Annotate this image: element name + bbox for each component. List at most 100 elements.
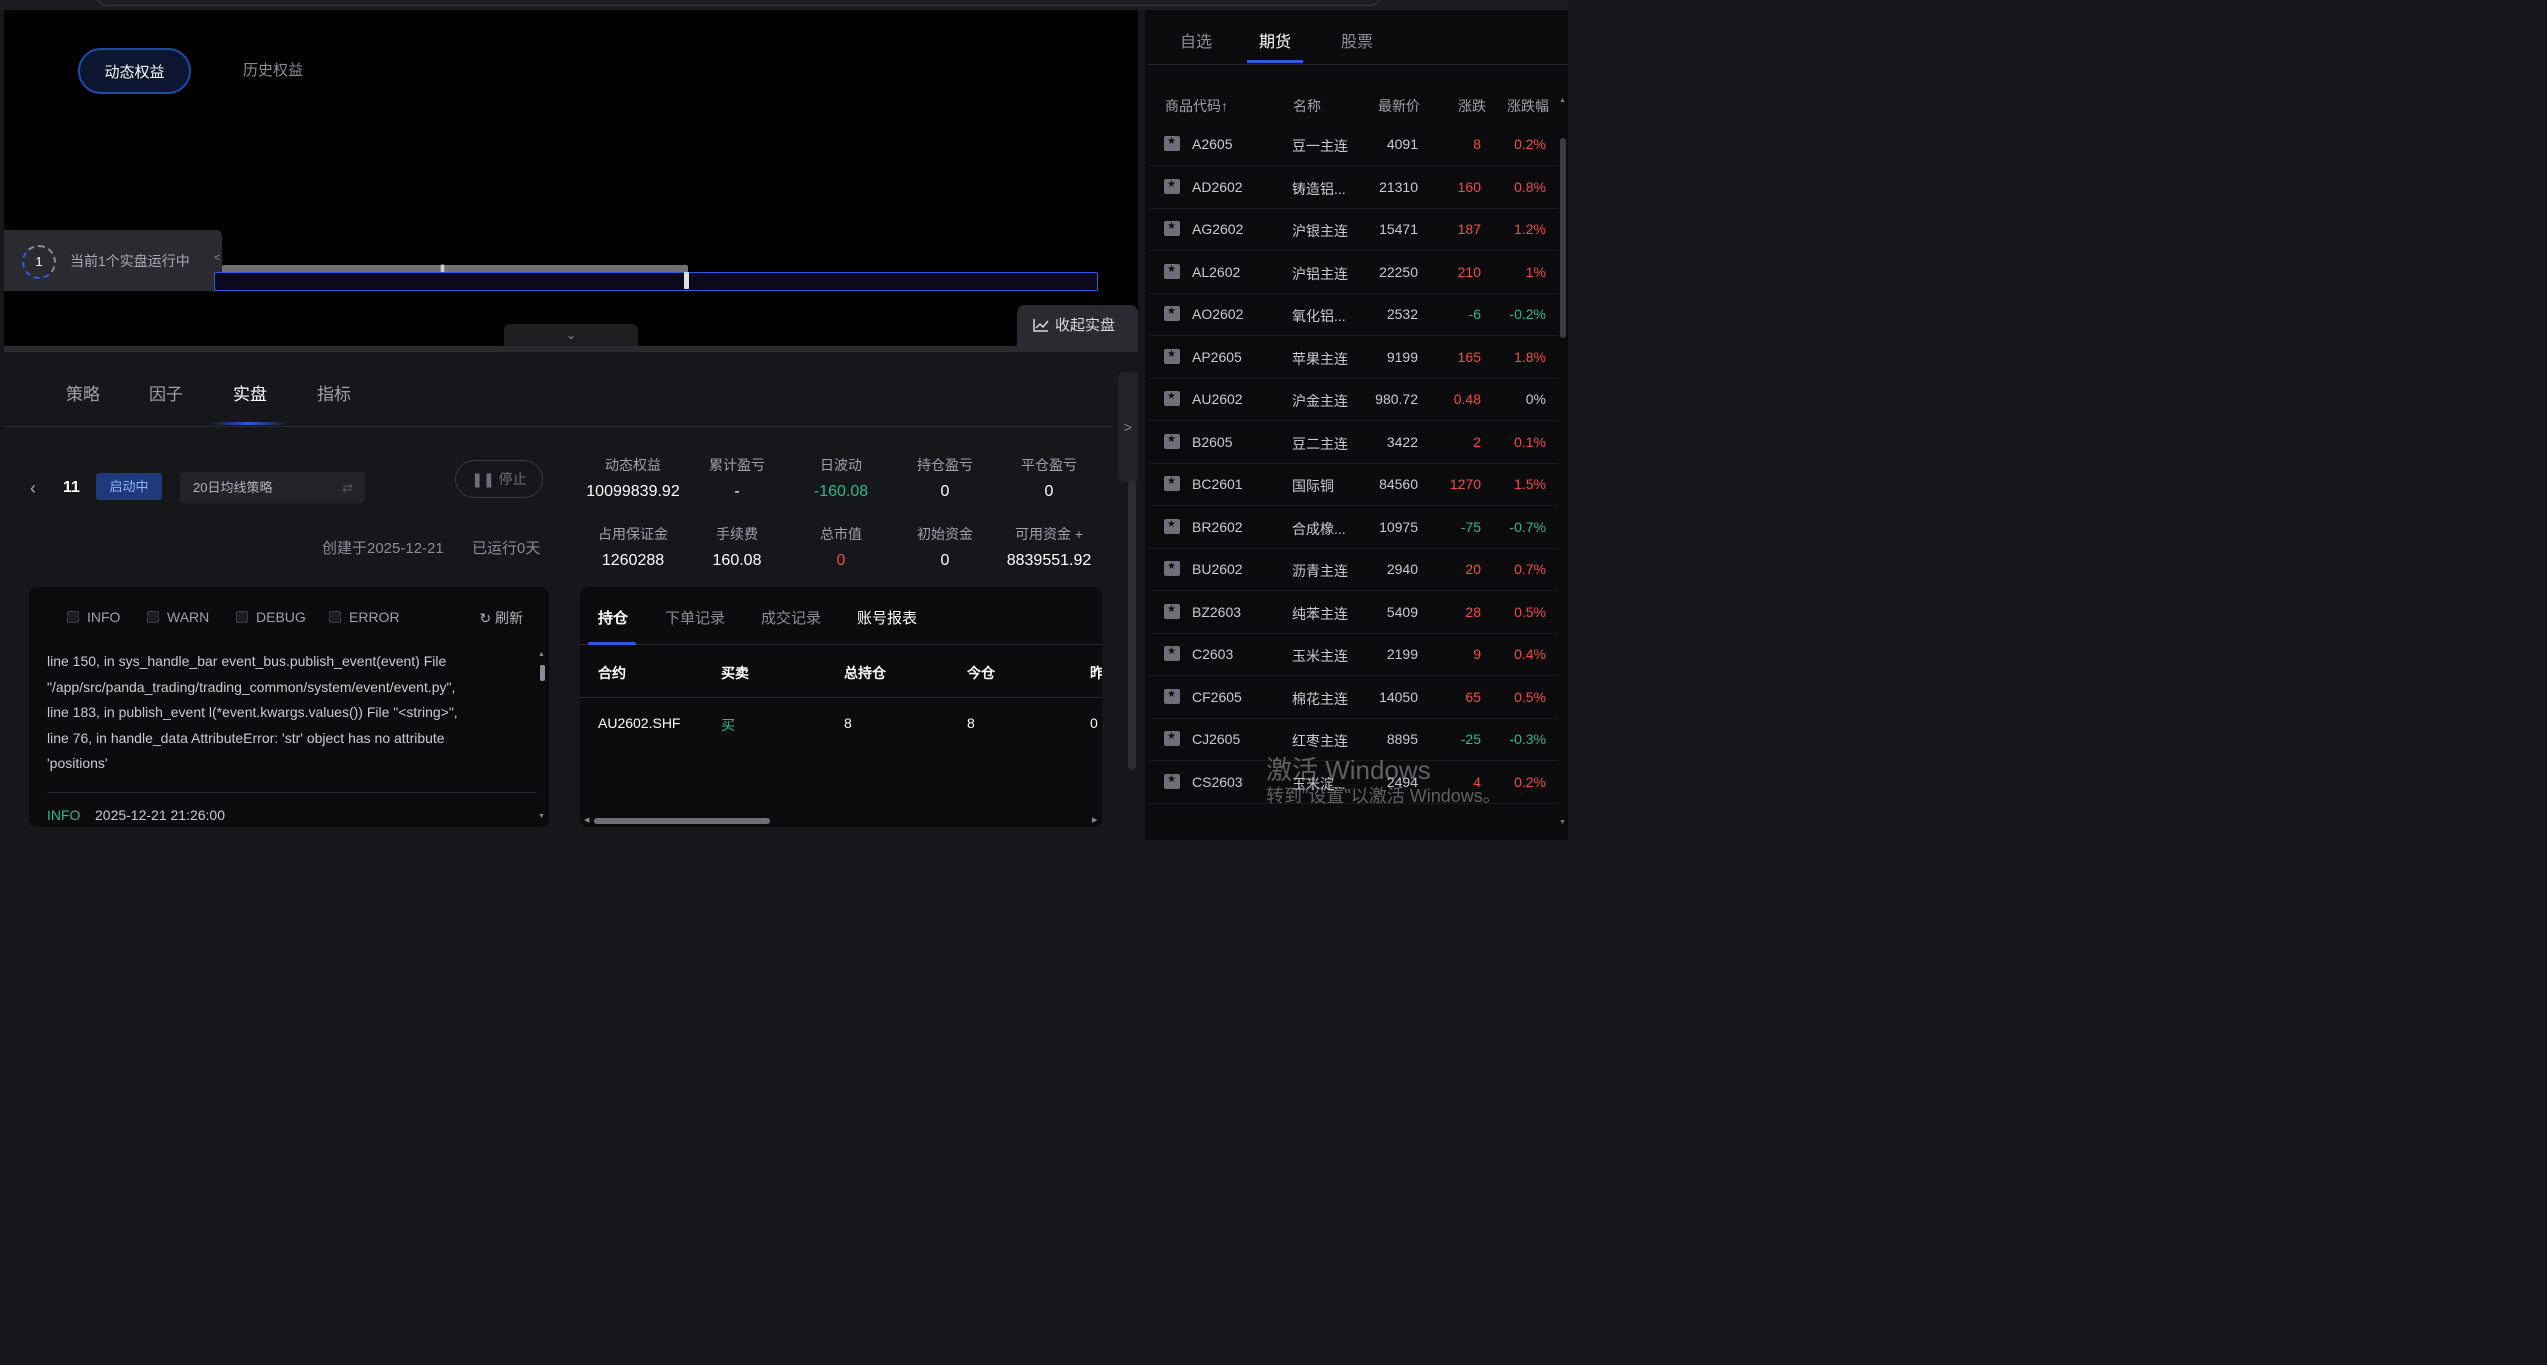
cell-code: C2603: [1192, 646, 1234, 662]
watchlist-row[interactable]: B2605 豆二主连 3422 2 0.1%: [1148, 422, 1558, 464]
checkbox-box[interactable]: [67, 611, 79, 623]
positions-tab-divider: [580, 644, 1102, 645]
favorite-star-icon[interactable]: [1164, 221, 1180, 236]
log-text: line 150, in sys_handle_bar event_bus.pu…: [47, 649, 527, 777]
cell-change-pct: 0.1%: [1514, 433, 1546, 450]
cell-name: 沪金主连: [1292, 393, 1348, 409]
favorite-star-icon[interactable]: [1164, 603, 1180, 619]
cell-code: A2605: [1192, 136, 1233, 152]
favorite-star-icon[interactable]: [1164, 306, 1180, 321]
col-last-price[interactable]: 最新价: [1378, 96, 1420, 116]
range-slider-handle[interactable]: [684, 272, 689, 289]
filter-error-checkbox[interactable]: ERROR: [329, 609, 400, 625]
cell-name: 沪银主连: [1292, 223, 1348, 239]
favorite-star-icon[interactable]: [1164, 178, 1180, 194]
positions-hscrollbar[interactable]: [594, 818, 770, 824]
range-slider-track[interactable]: [214, 272, 1098, 291]
watchlist-row[interactable]: A2605 豆一主连 4091 8 0.2%: [1148, 124, 1558, 166]
favorite-star-icon[interactable]: [1164, 646, 1180, 661]
tab-strategy[interactable]: 策略: [66, 380, 100, 405]
main-scrollbar[interactable]: [1128, 480, 1136, 770]
scroll-up-icon[interactable]: ▲: [538, 651, 545, 658]
checkbox-box[interactable]: [236, 611, 248, 623]
tab-live[interactable]: 实盘: [233, 380, 267, 405]
tab-order-records[interactable]: 下单记录: [665, 607, 725, 628]
cell-name: 氧化铝...: [1292, 308, 1346, 324]
panel-divider[interactable]: [4, 346, 1138, 352]
chevron-down-icon[interactable]: ⌄: [504, 324, 638, 346]
tab-factor[interactable]: 因子: [149, 380, 183, 405]
favorite-star-icon[interactable]: [1164, 136, 1180, 151]
cell-code: CJ2605: [1192, 731, 1241, 747]
cell-price: 2532: [1386, 306, 1418, 322]
favorite-star-icon[interactable]: [1164, 561, 1180, 576]
cell-change: 2: [1473, 433, 1481, 450]
tab-account-report[interactable]: 账号报表: [857, 607, 917, 628]
col-name[interactable]: 名称: [1293, 96, 1321, 116]
col-code[interactable]: 商品代码↑: [1165, 96, 1228, 116]
scroll-left-icon[interactable]: ◀: [584, 816, 589, 824]
watchlist-row[interactable]: AP2605 苹果主连 9199 165 1.8%: [1148, 337, 1558, 379]
filter-warn-checkbox[interactable]: WARN: [147, 609, 209, 625]
tab-futures[interactable]: 期货: [1259, 28, 1291, 52]
tab-positions[interactable]: 持仓: [598, 607, 628, 628]
watchlist-row[interactable]: AD2602 铸造铝... 21310 160 0.8%: [1148, 167, 1558, 209]
watchlist-row[interactable]: AO2602 氧化铝... 2532 -6 -0.2%: [1148, 294, 1558, 336]
favorite-star-icon[interactable]: [1164, 263, 1180, 279]
col-change[interactable]: 涨跌: [1458, 96, 1486, 116]
checkbox-box[interactable]: [329, 611, 341, 623]
watchlist-row[interactable]: BR2602 合成橡... 10975 -75 -0.7%: [1148, 507, 1558, 549]
chevron-left-icon[interactable]: <: [214, 252, 220, 264]
cell-change-pct: 0.2%: [1514, 773, 1546, 790]
strategy-select[interactable]: 20日均线策略 ⇄: [180, 472, 365, 503]
favorite-star-icon[interactable]: [1164, 773, 1180, 789]
favorite-star-icon[interactable]: [1164, 731, 1180, 746]
log-scrollbar[interactable]: [540, 665, 545, 681]
watchlist-row[interactable]: C2603 玉米主连 2199 9 0.4%: [1148, 634, 1558, 676]
live-run-status[interactable]: 1 当前1个实盘运行中 <: [4, 230, 222, 291]
tab-favorites[interactable]: 自选: [1180, 28, 1212, 52]
favorite-star-icon[interactable]: [1164, 348, 1180, 364]
cell-code: CF2605: [1192, 688, 1242, 705]
watchlist-row[interactable]: CF2605 棉花主连 14050 65 0.5%: [1148, 677, 1558, 719]
filter-debug-checkbox[interactable]: DEBUG: [236, 609, 306, 625]
favorite-star-icon[interactable]: [1164, 688, 1180, 704]
watchlist-row[interactable]: AG2602 沪银主连 15471 187 1.2%: [1148, 209, 1558, 251]
tab-trade-records[interactable]: 成交记录: [761, 607, 821, 628]
metric-item: 总市值 0: [789, 524, 893, 570]
chevron-left-icon[interactable]: ‹: [30, 478, 36, 499]
favorite-star-icon[interactable]: [1164, 391, 1180, 406]
scroll-up-icon[interactable]: ▲: [1559, 97, 1566, 104]
scroll-down-icon[interactable]: ▼: [538, 813, 545, 820]
watchlist-scrollbar[interactable]: [1560, 138, 1566, 338]
favorite-star-icon[interactable]: [1164, 433, 1180, 449]
watchlist-row[interactable]: BU2602 沥青主连 2940 20 0.7%: [1148, 549, 1558, 591]
cell-name: 纯苯主连: [1292, 605, 1348, 622]
tab-history-equity[interactable]: 历史权益: [218, 48, 328, 94]
watchlist-row[interactable]: BZ2603 纯苯主连 5409 28 0.5%: [1148, 592, 1558, 634]
favorite-star-icon[interactable]: [1164, 476, 1180, 491]
scroll-right-icon[interactable]: ▶: [1092, 816, 1097, 824]
panel-separator[interactable]: [1138, 10, 1145, 840]
metric-item: 动态权益 10099839.92: [581, 455, 685, 501]
scroll-down-icon[interactable]: ▼: [1559, 819, 1566, 826]
stop-button[interactable]: ❚❚ 停止: [455, 460, 543, 498]
tab-dynamic-equity[interactable]: 动态权益: [78, 48, 191, 94]
refresh-button[interactable]: ↻ 刷新: [479, 608, 523, 628]
cell-code: AG2602: [1192, 221, 1244, 237]
tab-stocks[interactable]: 股票: [1341, 28, 1373, 52]
cell-change: 28: [1465, 603, 1481, 620]
checkbox-box[interactable]: [147, 611, 159, 623]
tab-indicator[interactable]: 指标: [317, 380, 351, 405]
collapse-live-button[interactable]: 收起实盘: [1017, 305, 1138, 346]
browser-url-bar[interactable]: [95, 0, 1382, 6]
watchlist-row[interactable]: BC2601 国际铜 84560 1270 1.5%: [1148, 464, 1558, 506]
col-change-pct[interactable]: 涨跌幅: [1507, 96, 1549, 116]
filter-info-checkbox[interactable]: INFO: [67, 609, 120, 625]
favorite-star-icon[interactable]: [1164, 518, 1180, 534]
cell-price: 21310: [1379, 178, 1418, 195]
filter-warn-label: WARN: [167, 609, 210, 625]
watchlist-row[interactable]: AU2602 沪金主连 980.72 0.48 0%: [1148, 379, 1558, 421]
chevron-right-icon[interactable]: >: [1118, 372, 1138, 482]
watchlist-row[interactable]: AL2602 沪铝主连 22250 210 1%: [1148, 252, 1558, 294]
